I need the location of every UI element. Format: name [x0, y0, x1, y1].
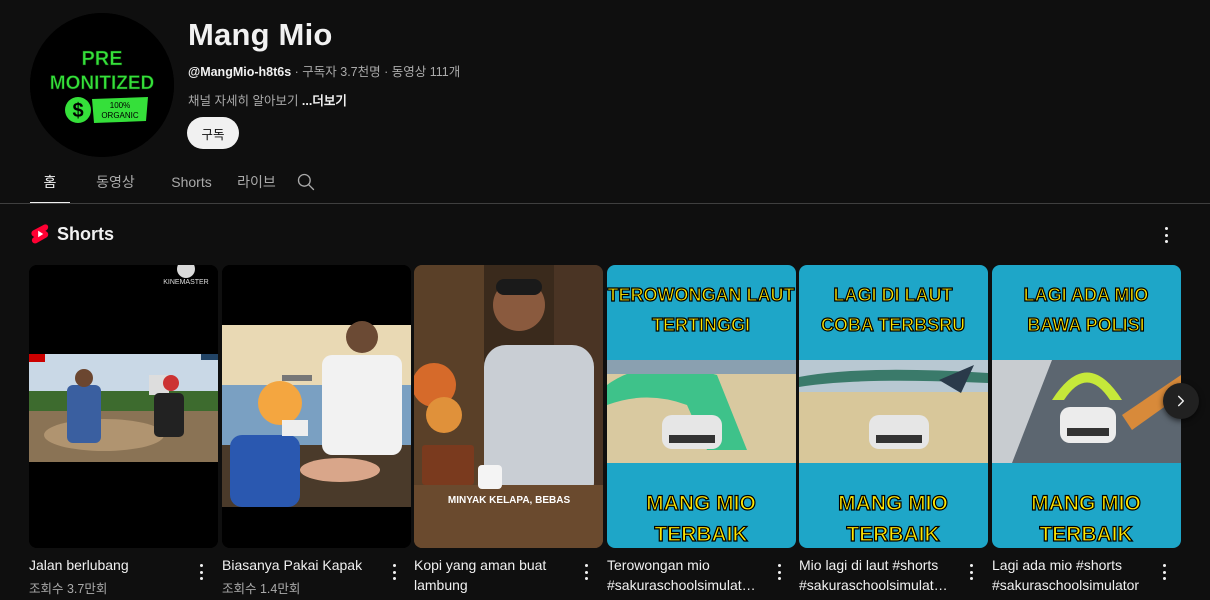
channel-tabs: 홈 동영상 Shorts 라이브	[30, 160, 291, 204]
short-title[interactable]: Lagi ada mio #shorts #sakuraschoolsimula…	[992, 555, 1152, 595]
thumbnail-image	[222, 265, 411, 548]
overlay-top-2: BAWA POLISI	[1027, 315, 1144, 335]
overlay-bottom-1: MANG MIO	[1031, 492, 1141, 515]
section-more-button[interactable]	[1156, 224, 1176, 246]
short-card[interactable]: LAGI DI LAUT COBA TERBSRU MANG MIO TERBA…	[799, 265, 988, 593]
avatar-text-line2: MONITIZED	[50, 73, 155, 94]
section-title: Shorts	[57, 223, 115, 244]
overlay-top-1: LAGI ADA MIO	[1024, 285, 1149, 305]
channel-avatar[interactable]: PRE MONITIZED $ 100% ORGANIC	[30, 13, 174, 157]
tab-live[interactable]: 라이브	[222, 160, 291, 204]
short-title[interactable]: Terowongan mio #sakuraschoolsimulat…	[607, 555, 767, 595]
chevron-right-icon	[1177, 395, 1185, 407]
short-views: 조회수 1.4만회	[222, 582, 301, 596]
thumbnail-image: LAGI ADA MIO BAWA POLISI MANG MIO TERBAI…	[992, 265, 1181, 548]
short-thumbnail[interactable]: LAGI ADA MIO BAWA POLISI MANG MIO TERBAI…	[992, 265, 1181, 548]
short-title[interactable]: Kopi yang aman buat lambung	[414, 555, 574, 595]
overlay-bottom-1: MANG MIO	[646, 492, 756, 515]
kinemaster-watermark: KINEMASTER	[163, 279, 209, 286]
tab-videos[interactable]: 동영상	[70, 160, 161, 204]
overlay-bottom-2: TERBAIK	[1039, 523, 1132, 546]
channel-description: 채널 자세히 알아보기	[188, 94, 302, 108]
short-menu-button[interactable]	[965, 561, 977, 583]
short-title[interactable]: Jalan berlubang	[29, 555, 189, 575]
short-menu-button[interactable]	[195, 561, 207, 583]
short-thumbnail[interactable]: TEROWONGAN LAUT TERTINGGI MANG MIO TERBA…	[607, 265, 796, 548]
short-card[interactable]: Biasanya Pakai Kapak 조회수 1.4만회	[222, 265, 411, 596]
short-card[interactable]: MINYAK KELAPA, BEBAS Kopi yang aman buat…	[414, 265, 603, 593]
short-card[interactable]: LAGI ADA MIO BAWA POLISI MANG MIO TERBAI…	[992, 265, 1181, 593]
more-vert-icon	[392, 564, 396, 580]
short-title[interactable]: Mio lagi di laut #shorts #sakuraschoolsi…	[799, 555, 959, 595]
channel-meta: @MangMio-h8t6s · 구독자 3.7천명 · 동영상 111개	[188, 61, 460, 80]
channel-stats: · 구독자 3.7천명 · 동영상 111개	[291, 65, 461, 79]
overlay-bottom-2: TERBAIK	[654, 523, 747, 546]
short-menu-button[interactable]	[773, 561, 785, 583]
short-card[interactable]: TEROWONGAN LAUT TERTINGGI MANG MIO TERBA…	[607, 265, 796, 593]
short-thumbnail[interactable]	[222, 265, 411, 548]
shorts-section-header: Shorts	[30, 223, 114, 245]
shorts-logo-icon	[31, 224, 49, 244]
more-vert-icon	[777, 564, 781, 580]
thumbnail-image: MINYAK KELAPA, BEBAS	[414, 265, 603, 548]
carousel-next-button[interactable]	[1163, 383, 1199, 419]
channel-name: Mang Mio	[188, 17, 333, 52]
overlay-bottom-1: MANG MIO	[838, 492, 948, 515]
search-icon[interactable]	[296, 172, 316, 192]
more-vert-icon	[584, 564, 588, 580]
more-vert-icon	[1162, 564, 1166, 580]
tab-shorts[interactable]: Shorts	[161, 160, 222, 204]
overlay-top-1: TEROWONGAN LAUT	[608, 285, 795, 305]
short-caption: MINYAK KELAPA, BEBAS	[448, 495, 571, 506]
more-vert-icon	[1164, 227, 1168, 243]
short-menu-button[interactable]	[1158, 561, 1170, 583]
dollar-icon: $	[72, 100, 83, 122]
thumbnail-image: TEROWONGAN LAUT TERTINGGI MANG MIO TERBA…	[607, 265, 796, 548]
short-menu-button[interactable]	[580, 561, 592, 583]
thumbnail-image: LAGI DI LAUT COBA TERBSRU MANG MIO TERBA…	[799, 265, 988, 548]
more-link[interactable]: ...더보기	[302, 94, 347, 108]
channel-description-link[interactable]: 채널 자세히 알아보기 ...더보기	[188, 90, 347, 109]
avatar-badge2: ORGANIC	[101, 111, 139, 120]
subscribe-button[interactable]: 구독	[187, 117, 239, 149]
avatar-logo: PRE MONITIZED $ 100% ORGANIC	[30, 13, 174, 157]
short-thumbnail[interactable]: KINEMASTER	[29, 265, 218, 548]
overlay-top-2: COBA TERBSRU	[821, 315, 965, 335]
tabs-divider	[0, 203, 1210, 204]
short-thumbnail[interactable]: MINYAK KELAPA, BEBAS	[414, 265, 603, 548]
short-card[interactable]: KINEMASTER Jalan berlubang 조회수 3.7만회	[29, 265, 218, 596]
avatar-badge1: 100%	[110, 101, 130, 110]
short-title[interactable]: Biasanya Pakai Kapak	[222, 555, 382, 575]
short-menu-button[interactable]	[388, 561, 400, 583]
overlay-bottom-2: TERBAIK	[846, 523, 939, 546]
avatar-text-line1: PRE	[81, 48, 122, 70]
more-vert-icon	[199, 564, 203, 580]
channel-handle: @MangMio-h8t6s	[188, 65, 292, 79]
short-views: 조회수 3.7만회	[29, 582, 108, 596]
short-thumbnail[interactable]: LAGI DI LAUT COBA TERBSRU MANG MIO TERBA…	[799, 265, 988, 548]
more-vert-icon	[969, 564, 973, 580]
thumbnail-image: KINEMASTER	[29, 265, 218, 548]
overlay-top-2: TERTINGGI	[652, 315, 750, 335]
overlay-top-1: LAGI DI LAUT	[834, 285, 953, 305]
tab-home[interactable]: 홈	[30, 160, 70, 204]
